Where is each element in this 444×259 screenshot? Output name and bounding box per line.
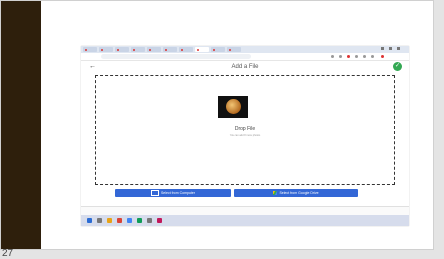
- search-icon[interactable]: [97, 218, 102, 223]
- browser-tab[interactable]: [147, 47, 161, 52]
- browser-tab[interactable]: [227, 47, 241, 52]
- app-icon[interactable]: [147, 218, 152, 223]
- browser-tab[interactable]: [211, 47, 225, 52]
- browser-tab-bar: [81, 46, 409, 53]
- select-from-computer-button[interactable]: Select from Computer: [115, 189, 231, 197]
- page-number: 27: [2, 248, 14, 259]
- browser-toolbar: [81, 53, 409, 61]
- file-drop-zone[interactable]: Drop File You can add 8 more photos: [95, 75, 395, 185]
- browser-tab[interactable]: [163, 47, 177, 52]
- browser-tab-active[interactable]: [195, 47, 209, 52]
- app-icon[interactable]: [137, 218, 142, 223]
- downloads-bar: [81, 206, 409, 215]
- minimize-icon[interactable]: [381, 47, 384, 50]
- browser-tab[interactable]: [115, 47, 129, 52]
- browser-screenshot: ← Add a File ✓ Drop File You can add 8 m…: [81, 46, 409, 226]
- slide-sidebar: [1, 1, 41, 249]
- app-icon[interactable]: [127, 218, 132, 223]
- drop-file-hint: You can add 8 more photos: [229, 134, 261, 137]
- check-icon[interactable]: ✓: [393, 62, 402, 71]
- browser-tab[interactable]: [83, 47, 97, 52]
- address-bar[interactable]: [101, 54, 251, 59]
- profile-avatar[interactable]: [381, 55, 384, 58]
- select-from-drive-label: Select from Google Drive: [279, 191, 319, 195]
- extension-icon[interactable]: [331, 55, 334, 58]
- select-from-computer-label: Select from Computer: [160, 191, 196, 195]
- close-icon[interactable]: [397, 47, 400, 50]
- maximize-icon[interactable]: [389, 47, 392, 50]
- browser-tab[interactable]: [99, 47, 113, 52]
- os-taskbar: [81, 215, 409, 226]
- monitor-icon: [150, 190, 159, 197]
- drop-file-label: Drop File: [234, 126, 256, 132]
- folder-icon[interactable]: [107, 218, 112, 223]
- select-from-drive-button[interactable]: Select from Google Drive: [234, 189, 358, 197]
- extension-icon[interactable]: [363, 55, 366, 58]
- app-header: ← Add a File ✓: [81, 61, 409, 73]
- browser-tab[interactable]: [131, 47, 145, 52]
- browser-tab[interactable]: [179, 47, 193, 52]
- extension-icon[interactable]: [355, 55, 358, 58]
- planet-image: [226, 99, 241, 114]
- google-drive-icon: [273, 191, 278, 196]
- extension-icon[interactable]: [371, 55, 374, 58]
- uploaded-image-thumbnail: [218, 96, 248, 118]
- chrome-icon[interactable]: [117, 218, 122, 223]
- extension-icon[interactable]: [347, 55, 350, 58]
- page-title: Add a File: [231, 64, 259, 70]
- app-icon[interactable]: [157, 218, 162, 223]
- extension-icon[interactable]: [339, 55, 342, 58]
- slide: ← Add a File ✓ Drop File You can add 8 m…: [0, 0, 434, 250]
- start-icon[interactable]: [87, 218, 92, 223]
